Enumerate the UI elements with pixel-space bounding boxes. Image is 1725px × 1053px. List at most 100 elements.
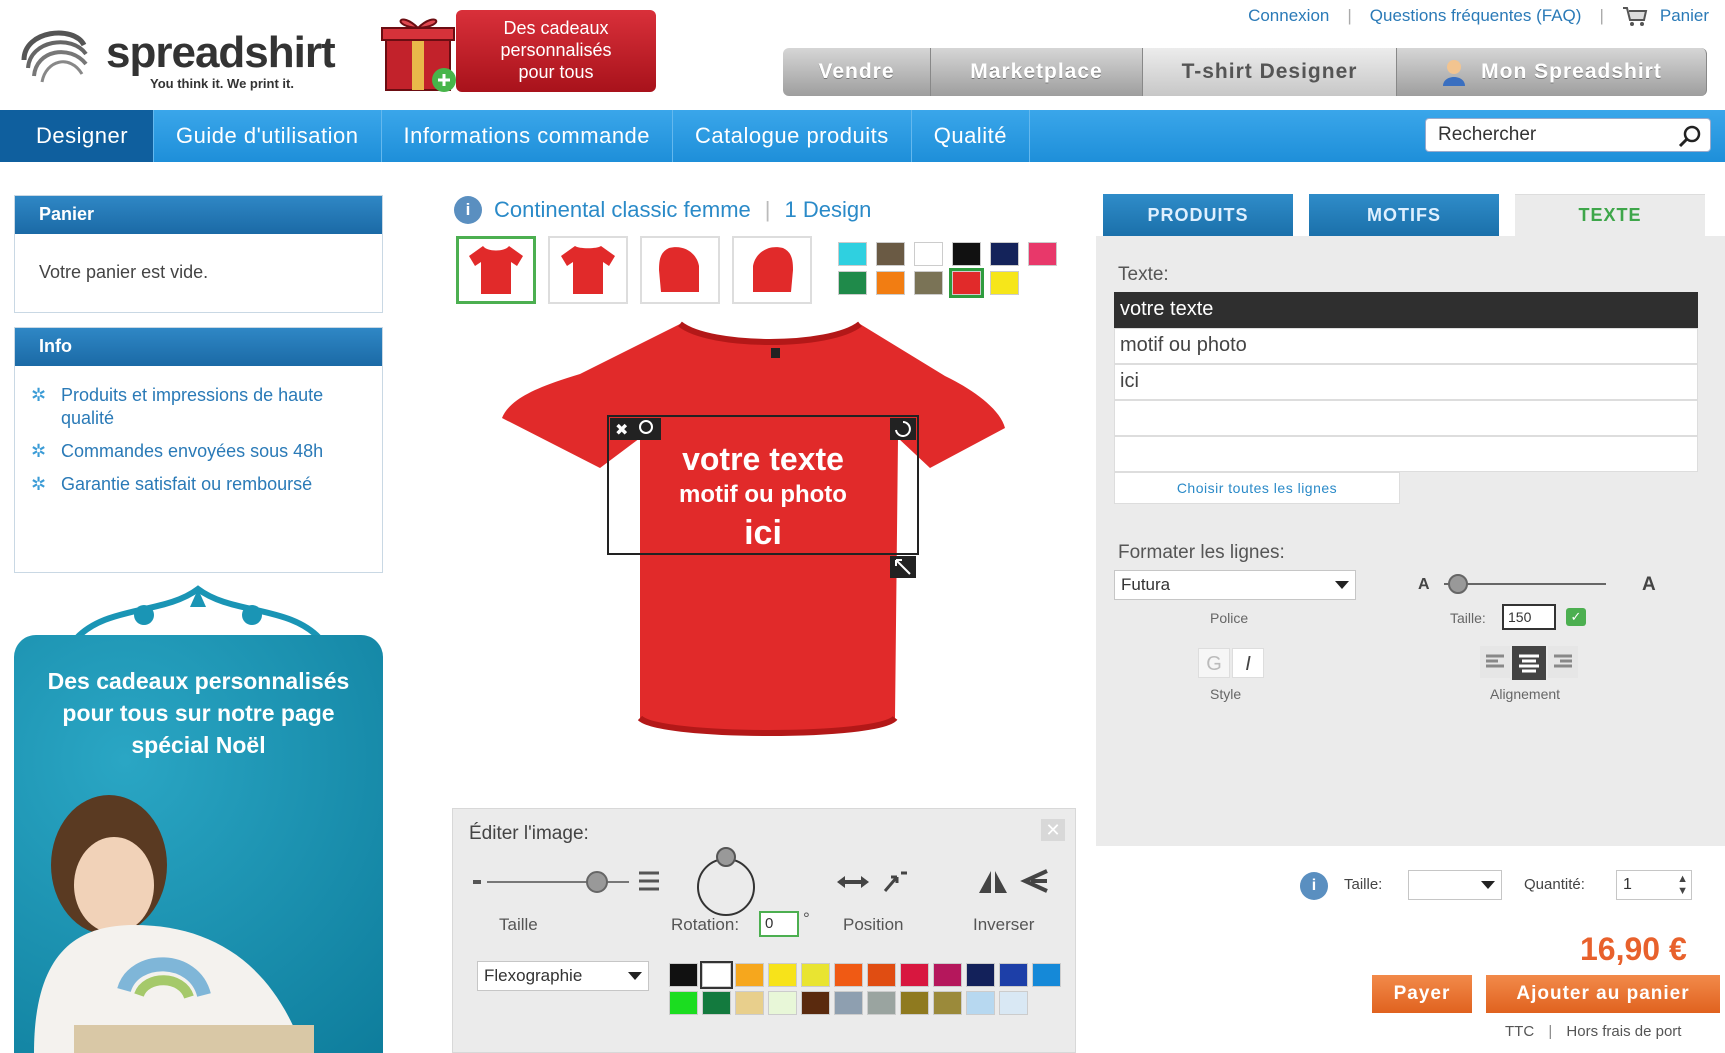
quantity-stepper[interactable]: 1 ▲ ▼: [1616, 870, 1692, 900]
text-size-input[interactable]: 150: [1502, 604, 1556, 630]
cart-empty-message: Votre panier est vide.: [39, 262, 209, 282]
view-left-thumb[interactable]: [640, 236, 720, 304]
print-color-swatch[interactable]: [966, 963, 995, 987]
bold-button[interactable]: G: [1198, 648, 1230, 678]
product-name[interactable]: Continental classic femme: [494, 197, 751, 223]
text-line-input[interactable]: [1114, 436, 1698, 472]
christmas-promo-banner[interactable]: Des cadeaux personnalisés pour tous sur …: [14, 585, 383, 1053]
align-center-button[interactable]: [1512, 646, 1546, 680]
spreadshirt-logo[interactable]: spreadshirt You think it. We print it.: [14, 18, 364, 98]
rotation-dial-icon[interactable]: [691, 847, 761, 917]
info-item[interactable]: ✲ Commandes envoyées sous 48h: [31, 440, 366, 463]
login-link[interactable]: Connexion: [1248, 6, 1329, 26]
pay-button[interactable]: Payer: [1372, 975, 1472, 1013]
print-color-swatch[interactable]: [966, 991, 995, 1015]
tab-products[interactable]: PRODUITS: [1103, 194, 1293, 236]
search-icon[interactable]: [1678, 124, 1702, 148]
print-color-swatch[interactable]: [834, 963, 863, 987]
print-color-swatch[interactable]: [801, 963, 830, 987]
text-line-input[interactable]: votre texte: [1114, 292, 1698, 328]
shirt-text-block[interactable]: votre texte motif ou photo ici: [608, 440, 918, 554]
info-item[interactable]: ✲ Produits et impressions de haute qualit…: [31, 384, 366, 430]
flip-icon[interactable]: [975, 867, 1051, 897]
font-dropdown[interactable]: Futura: [1114, 570, 1356, 600]
top-tabs: Vendre Marketplace T-shirt Designer Mon …: [783, 48, 1707, 98]
print-color-swatch[interactable]: [669, 991, 698, 1015]
color-swatch[interactable]: [1028, 242, 1057, 266]
print-color-swatch[interactable]: [735, 991, 764, 1015]
color-swatch[interactable]: [838, 242, 867, 266]
print-color-swatch[interactable]: [702, 991, 731, 1015]
position-arrows-icon[interactable]: [835, 867, 911, 897]
cart-link[interactable]: Panier: [1660, 6, 1709, 26]
nav-order-info[interactable]: Informations commande: [382, 110, 674, 162]
view-front-thumb[interactable]: [456, 236, 536, 304]
print-color-swatch[interactable]: [900, 963, 929, 987]
tab-mon-spreadshirt[interactable]: Mon Spreadshirt: [1397, 48, 1707, 96]
confirm-icon[interactable]: ✓: [1566, 608, 1586, 626]
print-color-swatch[interactable]: [867, 963, 896, 987]
print-color-swatch[interactable]: [768, 991, 797, 1015]
info-icon[interactable]: i: [454, 196, 482, 224]
text-line-input[interactable]: [1114, 400, 1698, 436]
color-swatch[interactable]: [990, 271, 1019, 295]
tab-tshirt-designer[interactable]: T-shirt Designer: [1143, 48, 1397, 96]
color-swatch[interactable]: [838, 271, 867, 295]
view-right-thumb[interactable]: [732, 236, 812, 304]
print-color-swatch[interactable]: [1032, 963, 1061, 987]
text-line-input[interactable]: ici: [1114, 364, 1698, 400]
header: spreadshirt You think it. We print it. D…: [0, 0, 1725, 110]
print-color-swatch[interactable]: [669, 963, 698, 987]
price-notes: TTC | Hors frais de port: [1505, 1023, 1681, 1040]
size-select[interactable]: [1408, 870, 1502, 900]
nav-designer[interactable]: Designer: [0, 110, 155, 162]
print-color-swatch[interactable]: [735, 963, 764, 987]
print-color-swatch[interactable]: [700, 961, 733, 989]
text-line-input[interactable]: motif ou photo: [1114, 328, 1698, 364]
tshirt-preview[interactable]: ✖ votre texte motif ou photo ici: [500, 318, 1050, 788]
color-swatch[interactable]: [949, 268, 984, 298]
size-slider[interactable]: [473, 861, 663, 901]
design-count[interactable]: 1 Design: [785, 197, 872, 223]
tab-vendre[interactable]: Vendre: [783, 48, 931, 96]
nav-catalogue[interactable]: Catalogue produits: [673, 110, 912, 162]
print-method-dropdown[interactable]: Flexographie: [477, 961, 649, 991]
rotation-input[interactable]: 0: [759, 911, 799, 937]
stepper-arrows-icon[interactable]: ▲ ▼: [1677, 873, 1688, 897]
print-color-palette: [669, 961, 1061, 1015]
search-input[interactable]: Rechercher: [1425, 118, 1711, 152]
add-to-cart-button[interactable]: Ajouter au panier: [1486, 975, 1720, 1013]
tab-text[interactable]: TEXTE: [1515, 194, 1705, 236]
nav-quality[interactable]: Qualité: [912, 110, 1030, 162]
text-size-slider[interactable]: [1440, 572, 1610, 596]
print-color-swatch[interactable]: [801, 991, 830, 1015]
select-all-lines-button[interactable]: Choisir toutes les lignes: [1114, 472, 1400, 504]
color-swatch[interactable]: [914, 242, 943, 266]
cart-icon[interactable]: [1622, 5, 1648, 27]
align-right-button[interactable]: [1548, 646, 1578, 678]
print-color-swatch[interactable]: [900, 991, 929, 1015]
color-swatch[interactable]: [876, 242, 905, 266]
close-icon[interactable]: ✕: [1041, 819, 1065, 841]
print-color-swatch[interactable]: [999, 963, 1028, 987]
print-color-swatch[interactable]: [933, 991, 962, 1015]
view-back-thumb[interactable]: [548, 236, 628, 304]
faq-link[interactable]: Questions fréquentes (FAQ): [1370, 6, 1582, 26]
print-color-swatch[interactable]: [768, 963, 797, 987]
color-swatch[interactable]: [914, 271, 943, 295]
info-item[interactable]: ✲ Garantie satisfait ou remboursé: [31, 473, 366, 496]
color-swatch[interactable]: [952, 242, 981, 266]
print-color-swatch[interactable]: [933, 963, 962, 987]
color-swatch[interactable]: [990, 242, 1019, 266]
print-color-swatch[interactable]: [867, 991, 896, 1015]
tab-marketplace[interactable]: Marketplace: [931, 48, 1143, 96]
nav-guide[interactable]: Guide d'utilisation: [154, 110, 382, 162]
tab-motifs[interactable]: MOTIFS: [1309, 194, 1499, 236]
print-color-swatch[interactable]: [834, 991, 863, 1015]
info-icon[interactable]: i: [1300, 872, 1328, 900]
gift-promo-banner[interactable]: Des cadeaux personnalisés pour tous: [380, 10, 660, 94]
color-swatch[interactable]: [876, 271, 905, 295]
align-left-button[interactable]: [1480, 646, 1510, 678]
print-color-swatch[interactable]: [999, 991, 1028, 1015]
italic-button[interactable]: I: [1232, 648, 1264, 678]
